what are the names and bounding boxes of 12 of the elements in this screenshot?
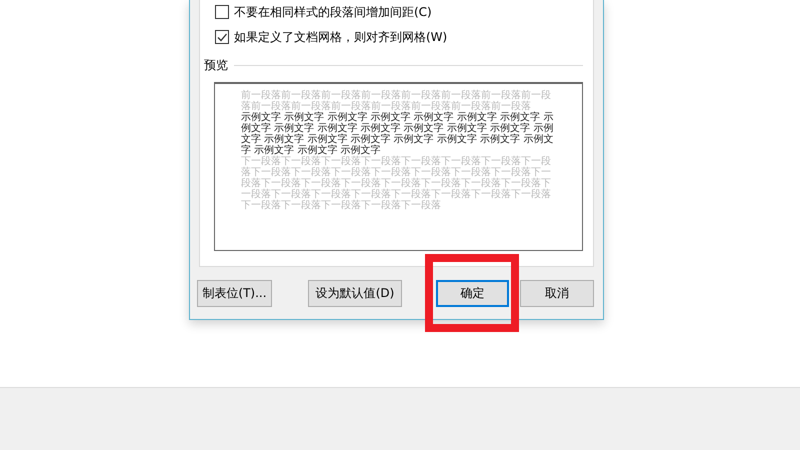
checkbox-label[interactable]: 不要在相同样式的段落间增加间距(C) [234, 4, 432, 20]
checkbox-label[interactable]: 如果定义了文档网格，则对齐到网格(W) [234, 28, 448, 46]
dialog-button[interactable]: 制表位(T)... [197, 280, 272, 306]
dialog-button[interactable]: 取消 [520, 280, 594, 306]
preview-label: 预览 [204, 57, 228, 74]
dialog-button[interactable]: 确定 [436, 280, 509, 306]
preview-text: 前一段落前一段落前一段落前一段落前一段落前一段落前一段落前一段落前一段落前一段落前一段落前一段落前一段落前一段落前一段落 [241, 90, 552, 112]
preview-text: 下一段落下一段落下一段落下一段落下一段落下一段落下一段落下一段落下一段落下一段落下一段落下一段落下一段落下一段落下一段落下一段落下一段落下一段落下一段落下一段落下一段落下一段落下一段落下一段落下一段落下一段落下一段落下一段落下一段落下一段落下一段落下一段落下一段落下一段落下一段落下一段落 [241, 156, 552, 211]
checkbox[interactable] [215, 30, 229, 44]
preview-text: 示例文字 示例文字 示例文字 示例文字 示例文字 示例文字 示例文字 示例文字 示例文字 示例文字 示例文字 示例文字 示例文字 示例文字 示例文字 示例文字 示例文字 示例文字 示例文字 示例文字 示例文字 示例文字 示例文字 示例文字 示例文字 [241, 112, 554, 156]
dialog-button[interactable]: 设为默认值(D) [308, 280, 402, 306]
checkbox[interactable] [215, 5, 229, 19]
